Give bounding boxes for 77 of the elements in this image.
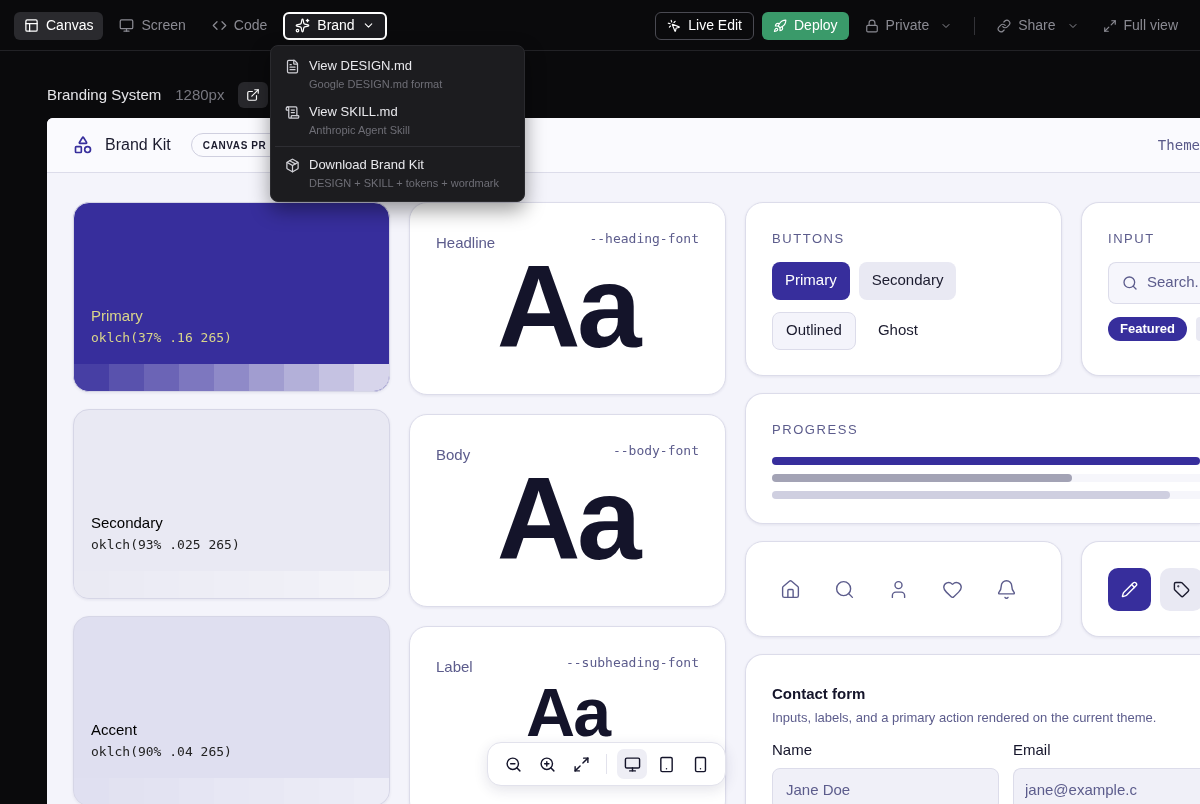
layout-icon <box>24 18 39 33</box>
edit-button[interactable] <box>1108 567 1151 611</box>
section-title: INPUT <box>1108 230 1156 248</box>
view-tab[interactable]: Brand <box>283 11 387 40</box>
toolbar-button[interactable]: Live Edit <box>655 11 754 40</box>
text-field[interactable]: Jane Doe <box>772 767 999 804</box>
code-icon <box>211 18 227 33</box>
font-token: --subheading-font <box>565 654 699 672</box>
view-tab[interactable]: Code <box>201 11 278 40</box>
width-label: 1280px <box>175 84 225 105</box>
color-name: Accent <box>91 720 138 740</box>
view-tab[interactable]: Canvas <box>14 11 104 40</box>
theme-label: Theme <box>1157 135 1200 155</box>
zoom-in-icon <box>538 755 556 773</box>
pencil-icon <box>1121 580 1138 598</box>
cursor-click-icon <box>667 18 682 33</box>
scroll-icon <box>285 105 300 120</box>
font-sample: Aa <box>496 254 639 359</box>
type-label: Headline <box>436 233 496 253</box>
sample-button[interactable]: Outlined <box>772 311 856 350</box>
open-external-button[interactable] <box>238 82 269 108</box>
color-value: oklch(93% .025 265) <box>91 535 241 554</box>
section-title: BUTTONS <box>772 230 846 248</box>
tag: Featured <box>1108 316 1187 341</box>
color-value: oklch(37% .16 265) <box>91 328 233 347</box>
page-title: Branding System <box>47 84 162 105</box>
tag-icon <box>1173 580 1190 598</box>
toolbar-button[interactable]: Share <box>989 11 1087 40</box>
toolbar-button[interactable]: Private <box>856 11 961 40</box>
menu-item[interactable]: View DESIGN.md Google DESIGN.md format <box>271 51 524 97</box>
type-label: Label <box>436 657 473 677</box>
search-icon <box>1122 274 1138 291</box>
monitor-icon <box>623 755 641 773</box>
color-name: Primary <box>91 306 144 326</box>
link-icon <box>997 18 1012 33</box>
font-sample: Aa <box>526 678 609 745</box>
sample-button[interactable]: Primary <box>772 261 850 300</box>
sparkles-icon <box>295 18 311 33</box>
font-token: --body-font <box>612 442 699 460</box>
monitor-icon <box>119 18 135 33</box>
rocket-icon <box>773 18 787 33</box>
external-link-icon <box>246 88 261 102</box>
device-button[interactable] <box>617 749 647 779</box>
sample-button[interactable]: Ghost <box>864 311 931 350</box>
font-token: --heading-font <box>589 230 699 248</box>
zoom-out-icon <box>504 755 522 773</box>
font-sample: Aa <box>496 466 639 571</box>
package-icon <box>285 158 300 173</box>
document-icon <box>285 59 300 74</box>
type-label: Body <box>436 445 471 465</box>
menu-item-subtitle: DESIGN + SKILL + tokens + wordmark <box>309 175 500 191</box>
field-label: Email <box>1013 740 1052 760</box>
field-label: Name <box>772 740 813 760</box>
color-value: oklch(90% .04 265) <box>91 742 233 761</box>
lock-icon <box>864 18 879 33</box>
tablet-icon <box>657 755 675 773</box>
search-field[interactable]: Search. <box>1108 261 1200 304</box>
section-title: PROGRESS <box>772 421 860 439</box>
menu-item-title: Download Brand Kit <box>309 156 425 174</box>
form-title: Contact form <box>772 684 867 704</box>
expand-icon <box>572 755 590 773</box>
search-icon[interactable] <box>834 578 855 600</box>
tag-button[interactable] <box>1160 567 1200 611</box>
brand-name: Brand Kit <box>105 135 171 155</box>
menu-item-title: View SKILL.md <box>309 103 399 121</box>
color-name: Secondary <box>91 513 164 533</box>
view-tab[interactable]: Screen <box>109 11 196 40</box>
sample-button[interactable]: Secondary <box>858 261 957 300</box>
home-icon[interactable] <box>780 578 801 600</box>
toolbar-button[interactable]: Full view <box>1094 11 1186 40</box>
shapes-logo-icon <box>73 135 93 155</box>
bell-icon[interactable] <box>996 578 1017 600</box>
menu-item-subtitle: Google DESIGN.md format <box>309 76 443 92</box>
expand-icon <box>1102 18 1117 33</box>
form-description: Inputs, labels, and a primary action rendered on the current theme. <box>772 708 1158 727</box>
text-field[interactable]: jane@example.c <box>1013 767 1200 804</box>
menu-item-title: View DESIGN.md <box>309 57 414 75</box>
